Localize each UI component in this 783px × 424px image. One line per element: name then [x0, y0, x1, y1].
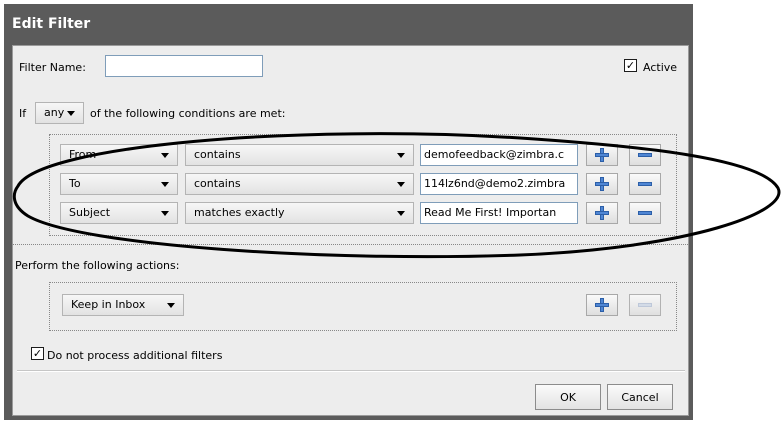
annotation-ellipse — [12, 132, 781, 259]
